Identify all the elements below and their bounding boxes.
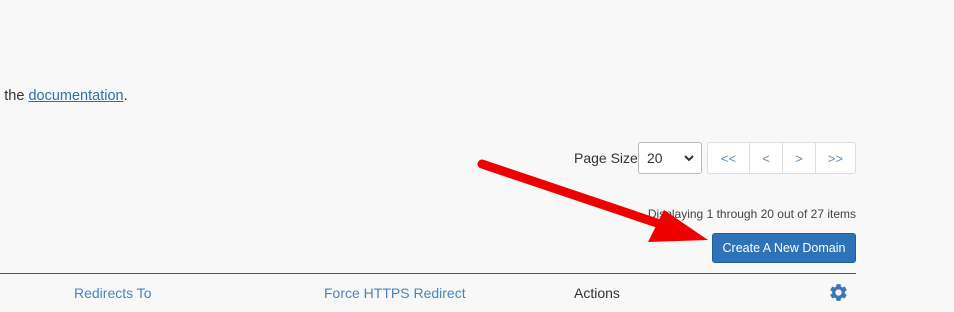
next-page-button[interactable]: > — [783, 143, 816, 173]
table-header: Redirects To Force HTTPS Redirect Action… — [0, 273, 856, 312]
last-page-button[interactable]: >> — [816, 143, 855, 173]
documentation-link[interactable]: documentation — [28, 88, 123, 104]
chevron-down-icon — [684, 155, 694, 162]
column-header-force-https-redirect[interactable]: Force HTTPS Redirect — [324, 285, 466, 301]
page-size-label: Page Size — [574, 150, 638, 166]
column-header-actions: Actions — [574, 285, 620, 301]
page-size-value: 20 — [647, 150, 663, 166]
column-header-redirects-to[interactable]: Redirects To — [74, 285, 152, 301]
gear-icon[interactable] — [828, 282, 849, 303]
sentence-suffix: . — [123, 88, 128, 104]
first-page-button[interactable]: << — [708, 143, 750, 173]
documentation-sentence: l the documentation. — [0, 88, 128, 104]
previous-page-button[interactable]: < — [750, 143, 783, 173]
page-size-select[interactable]: 20 — [638, 142, 702, 174]
create-new-domain-button[interactable]: Create A New Domain — [712, 233, 856, 263]
sentence-prefix: l the — [0, 88, 25, 104]
display-info: Displaying 1 through 20 out of 27 items — [647, 207, 856, 221]
pagination-controls: << < > >> — [707, 142, 856, 174]
